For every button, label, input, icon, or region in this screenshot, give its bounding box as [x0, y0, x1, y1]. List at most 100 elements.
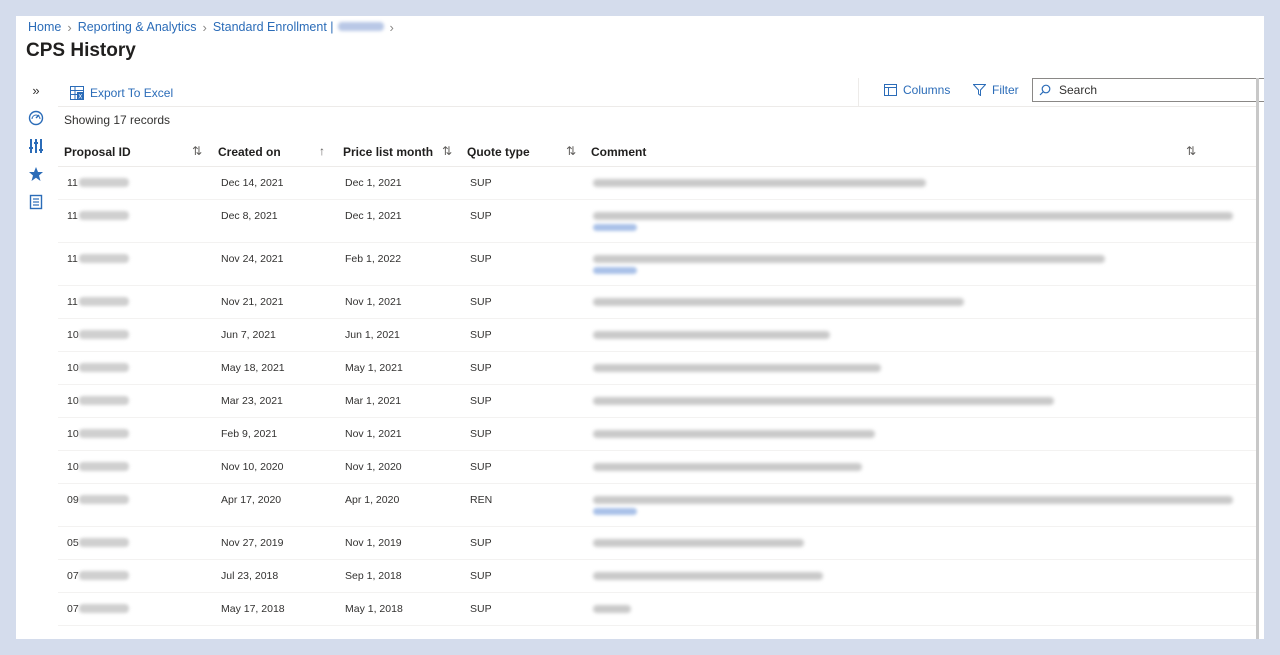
filter-label: Filter — [992, 83, 1019, 97]
record-count: Showing 17 records — [64, 113, 171, 127]
table-row[interactable]: 05 Nov 27, 2019 Nov 1, 2019 SUP — [58, 527, 1259, 560]
quote-type-cell: SUP — [470, 253, 492, 265]
redacted-comment — [593, 397, 1054, 405]
favorites-star-icon[interactable] — [24, 162, 48, 186]
chevron-right-icon: › — [202, 19, 207, 35]
breadcrumb-enrollment[interactable]: Standard Enrollment | — [213, 20, 384, 34]
proposal-id-prefix: 10 — [67, 428, 79, 440]
quote-type-cell: REN — [470, 494, 493, 506]
redacted-comment — [593, 179, 926, 187]
price-list-month-cell: Nov 1, 2021 — [345, 428, 402, 440]
table-row[interactable]: 11 Nov 21, 2021 Nov 1, 2021 SUP — [58, 286, 1259, 319]
reports-icon[interactable] — [24, 134, 48, 158]
redacted-comment — [593, 298, 964, 306]
created-on-cell: Nov 21, 2021 — [221, 296, 284, 308]
created-on-cell: Apr 17, 2020 — [221, 494, 282, 506]
redacted-proposal-id — [79, 178, 129, 187]
created-on-cell: Dec 14, 2021 — [221, 177, 284, 189]
redacted-comment — [593, 331, 830, 339]
header-comment[interactable]: Comment — [591, 145, 646, 159]
table-row[interactable]: 10 Mar 23, 2021 Mar 1, 2021 SUP — [58, 385, 1259, 418]
table-row[interactable]: 07 May 17, 2018 May 1, 2018 SUP — [58, 593, 1259, 626]
redacted-proposal-id — [79, 571, 129, 580]
redacted-comment — [593, 212, 1233, 220]
redacted-comment — [593, 463, 862, 471]
search-box — [1032, 78, 1264, 102]
created-on-cell: Jul 23, 2018 — [221, 570, 279, 582]
excel-icon: X — [70, 86, 84, 100]
breadcrumb-home[interactable]: Home — [28, 20, 61, 34]
created-on-cell: Nov 27, 2019 — [221, 537, 284, 549]
price-list-month-cell: Dec 1, 2021 — [345, 210, 402, 222]
redacted-proposal-id — [79, 211, 129, 220]
toolbar: X Export To Excel Columns Filter — [58, 78, 1264, 107]
table-row[interactable]: 11 Dec 14, 2021 Dec 1, 2021 SUP — [58, 167, 1259, 200]
header-created-on[interactable]: Created on — [218, 145, 281, 159]
svg-text:X: X — [78, 94, 82, 101]
table-row[interactable]: 07 Jul 23, 2018 Sep 1, 2018 SUP — [58, 560, 1259, 593]
read-more-link[interactable] — [593, 224, 637, 231]
table-row[interactable]: 11 Dec 8, 2021 Dec 1, 2021 SUP — [58, 200, 1259, 243]
created-on-cell: Dec 8, 2021 — [221, 210, 278, 222]
price-list-month-cell: Jun 1, 2021 — [345, 329, 400, 341]
read-more-link[interactable] — [593, 508, 637, 515]
quote-type-cell: SUP — [470, 570, 492, 582]
sort-both-icon[interactable]: ⇅ — [442, 144, 452, 158]
table-header-row: Proposal ID ⇅ Created on ↑ Price list mo… — [58, 136, 1259, 167]
filter-icon — [973, 84, 986, 96]
header-price-list-month[interactable]: Price list month — [343, 145, 433, 159]
table-row[interactable]: 09 Apr 17, 2020 Apr 1, 2020 REN — [58, 484, 1259, 527]
price-list-month-cell: Apr 1, 2020 — [345, 494, 400, 506]
created-on-cell: Mar 23, 2021 — [221, 395, 283, 407]
sort-both-icon[interactable]: ⇅ — [1186, 144, 1196, 158]
redacted-proposal-id — [79, 330, 129, 339]
table-row[interactable]: 10 Jun 7, 2021 Jun 1, 2021 SUP — [58, 319, 1259, 352]
expand-chevrons-icon[interactable]: » — [24, 78, 48, 102]
created-on-cell: May 18, 2021 — [221, 362, 285, 374]
price-list-month-cell: Mar 1, 2021 — [345, 395, 402, 407]
quote-type-cell: SUP — [470, 210, 492, 222]
chevron-right-icon: › — [389, 19, 394, 35]
chevron-right-icon: › — [67, 19, 72, 35]
filter-button[interactable]: Filter — [973, 83, 1019, 97]
search-input[interactable] — [1057, 82, 1251, 98]
price-list-month-cell: Nov 1, 2020 — [345, 461, 402, 473]
created-on-cell: May 17, 2018 — [221, 603, 285, 615]
export-to-excel-button[interactable]: X Export To Excel — [70, 86, 173, 100]
redacted-comment — [593, 539, 804, 547]
proposal-id-prefix: 11 — [67, 210, 78, 222]
breadcrumb: Home › Reporting & Analytics › Standard … — [28, 18, 400, 36]
columns-button[interactable]: Columns — [884, 83, 950, 97]
table-row[interactable]: 10 May 18, 2021 May 1, 2021 SUP — [58, 352, 1259, 385]
breadcrumb-enrollment-label: Standard Enrollment | — [212, 20, 334, 34]
proposal-id-prefix: 10 — [67, 329, 79, 341]
scrollbar[interactable] — [1256, 78, 1259, 639]
redacted-proposal-id — [79, 363, 129, 372]
breadcrumb-reporting[interactable]: Reporting & Analytics — [78, 20, 197, 34]
sort-both-icon[interactable]: ⇅ — [192, 144, 202, 158]
read-more-link[interactable] — [593, 267, 637, 274]
price-list-month-cell: May 1, 2018 — [345, 603, 403, 615]
quote-type-cell: SUP — [470, 395, 492, 407]
header-proposal-id[interactable]: Proposal ID — [64, 145, 131, 159]
sort-both-icon[interactable]: ⇅ — [566, 144, 576, 158]
proposal-id-prefix: 10 — [67, 362, 79, 374]
redacted-comment — [593, 605, 631, 613]
page-title: CPS History — [26, 40, 136, 61]
proposal-id-prefix: 07 — [67, 603, 79, 615]
search-icon — [1039, 84, 1051, 96]
table-row[interactable]: 11 Nov 24, 2021 Feb 1, 2022 SUP — [58, 243, 1259, 286]
table-row[interactable]: 10 Feb 9, 2021 Nov 1, 2021 SUP — [58, 418, 1259, 451]
app-window: Home › Reporting & Analytics › Standard … — [16, 16, 1264, 639]
book-icon[interactable] — [24, 190, 48, 214]
table-row[interactable]: 10 Nov 10, 2020 Nov 1, 2020 SUP — [58, 451, 1259, 484]
price-list-month-cell: Dec 1, 2021 — [345, 177, 402, 189]
quote-type-cell: SUP — [470, 296, 492, 308]
header-quote-type[interactable]: Quote type — [467, 145, 530, 159]
created-on-cell: Nov 24, 2021 — [221, 253, 284, 265]
sort-ascending-icon[interactable]: ↑ — [319, 144, 325, 158]
proposal-id-prefix: 07 — [67, 570, 79, 582]
main-content: X Export To Excel Columns Filter Search … — [58, 78, 1264, 639]
side-rail: » — [16, 78, 56, 639]
dashboard-gauge-icon[interactable] — [24, 106, 48, 130]
